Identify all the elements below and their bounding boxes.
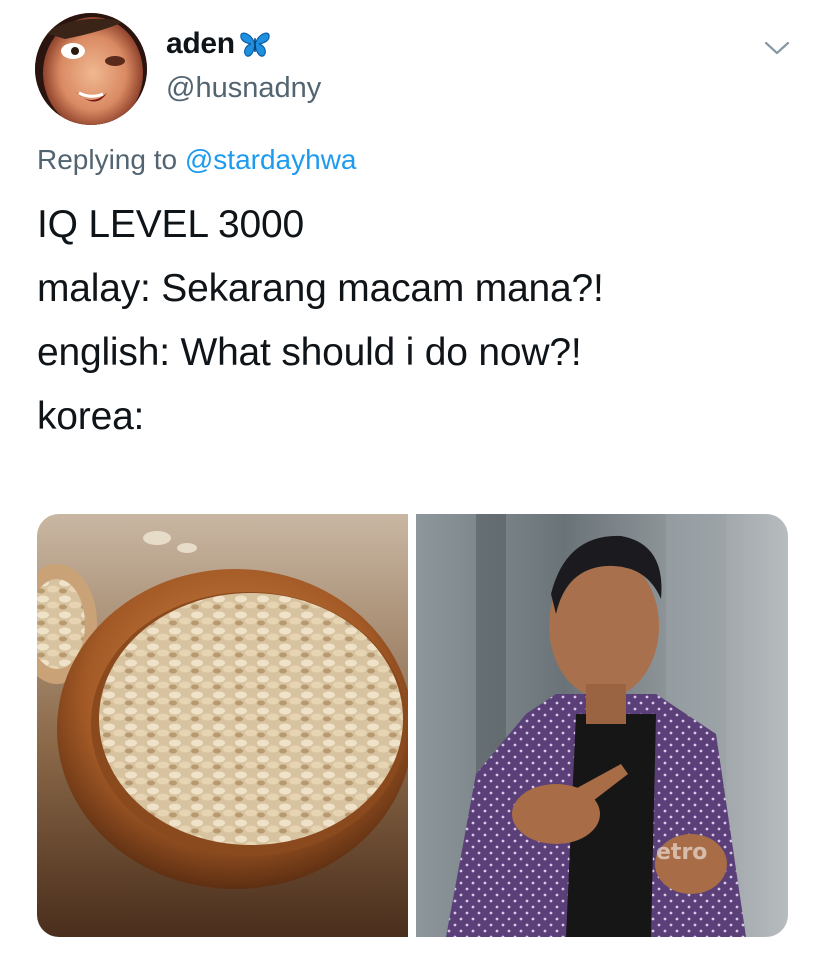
tweet-text-line: malay: Sekarang macam mana?! xyxy=(37,267,604,310)
tweet-text-line: IQ LEVEL 3000 xyxy=(37,203,304,246)
tweet: aden @husnadny Replying to @stardayhwa I… xyxy=(0,0,822,960)
avatar[interactable] xyxy=(35,13,147,125)
media-image-oats[interactable] xyxy=(37,514,408,937)
reply-prefix: Replying to xyxy=(37,144,178,175)
tweet-text: IQ LEVEL 3000 malay: Sekarang macam mana… xyxy=(37,193,797,449)
display-name-text: aden xyxy=(166,27,235,60)
media-image-man[interactable]: etro xyxy=(416,514,788,937)
reply-context: Replying to @stardayhwa xyxy=(37,144,356,176)
display-name[interactable]: aden xyxy=(166,27,271,61)
butterfly-icon xyxy=(240,32,270,57)
tweet-text-line: english: What should i do now?! xyxy=(37,331,582,374)
user-handle[interactable]: @husnadny xyxy=(166,72,321,105)
media-grid: etro xyxy=(37,514,788,937)
tweet-text-line: korea: xyxy=(37,395,145,438)
reply-mention-link[interactable]: @stardayhwa xyxy=(185,144,357,175)
watermark-text: etro xyxy=(656,840,707,865)
chevron-down-icon[interactable] xyxy=(762,38,792,58)
